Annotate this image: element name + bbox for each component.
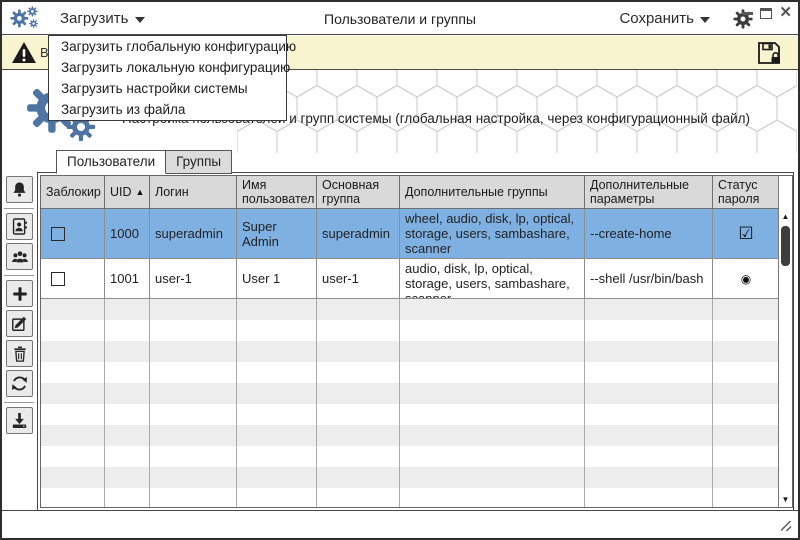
sort-ascending-icon: ▲: [135, 187, 145, 197]
empty-table-row: [41, 446, 780, 467]
column-header-password-status[interactable]: Статус пароля: [713, 176, 780, 209]
toolbar-separator: [4, 402, 34, 403]
empty-table-row: [41, 467, 780, 488]
extra-params-cell: --shell /usr/bin/bash: [585, 259, 713, 298]
groups-button[interactable]: [6, 243, 33, 270]
name-cell: Super Admin: [237, 209, 317, 258]
menu-item-load-global-config[interactable]: Загрузить глобальную конфигурацию: [49, 36, 296, 57]
menu-bar: Загрузить Пользователи и группы Сохранит…: [2, 2, 798, 35]
empty-table-row: [41, 341, 780, 362]
uid-cell: 1001: [105, 259, 150, 298]
save-menu-label: Сохранить: [619, 10, 694, 27]
extra-params-cell: --create-home: [585, 209, 713, 258]
window-controls: ✕: [742, 5, 792, 20]
table-row[interactable]: 1001 user-1 User 1 user-1 audio, disk, l…: [41, 259, 780, 299]
empty-table-row: [41, 362, 780, 383]
status-bar: [2, 510, 798, 538]
load-menu-button[interactable]: Загрузить: [60, 2, 145, 35]
empty-table-row: [41, 425, 780, 446]
app-window: Настройка пользователей и групп системы …: [0, 0, 800, 540]
scrollbar-thumb[interactable]: [781, 226, 790, 266]
load-menu-label: Загрузить: [60, 10, 129, 27]
blocked-checkbox[interactable]: [51, 271, 65, 286]
chevron-down-icon: [134, 16, 145, 23]
empty-table-row: [41, 299, 780, 320]
scroll-up-icon[interactable]: ▲: [779, 209, 792, 224]
column-header-name[interactable]: Имя пользовател: [237, 176, 317, 209]
column-header-extra-groups[interactable]: Дополнительные группы: [400, 176, 585, 209]
vertical-scrollbar[interactable]: ▲ ▼: [778, 176, 792, 507]
column-header-primary-group[interactable]: Основная группа: [317, 176, 400, 209]
close-button[interactable]: ✕: [779, 5, 792, 20]
scroll-down-icon[interactable]: ▼: [779, 492, 792, 507]
refresh-button[interactable]: [6, 370, 33, 397]
users-table: Заблокир UID ▲ Логин Имя пользовател Осно…: [40, 175, 793, 508]
extra-groups-cell: audio, disk, lp, optical, storage, users…: [400, 259, 585, 298]
empty-table-row: [41, 320, 780, 341]
login-cell: superadmin: [150, 209, 237, 258]
maximize-button[interactable]: [760, 8, 773, 19]
name-cell: User 1: [237, 259, 317, 298]
save-to-disk-button[interactable]: [6, 407, 33, 434]
blocked-checkbox[interactable]: [51, 226, 65, 241]
password-status-checked-icon[interactable]: ☑: [738, 224, 753, 244]
trash-icon: [13, 346, 26, 362]
address-book-icon: [12, 218, 28, 235]
column-header-extra-params[interactable]: Дополнительные параметры: [585, 176, 713, 209]
column-header-uid[interactable]: UID ▲: [105, 176, 150, 209]
plus-icon: [12, 286, 27, 301]
delete-user-button[interactable]: [6, 340, 33, 367]
tab-bar: Пользователи Группы: [56, 150, 233, 174]
password-status-radio-icon[interactable]: ◉: [741, 272, 751, 286]
primary-group-cell: superadmin: [317, 209, 400, 258]
notifications-button[interactable]: [6, 176, 33, 203]
column-header-login[interactable]: Логин: [150, 176, 237, 209]
column-header-blocked[interactable]: Заблокир: [41, 176, 105, 209]
empty-table-row: [41, 383, 780, 404]
empty-rows-area: [41, 299, 792, 507]
table-row-selected[interactable]: 1000 superadmin Super Admin superadmin w…: [41, 209, 780, 259]
user-group-icon: [11, 250, 28, 262]
menu-item-load-from-file[interactable]: Загрузить из файла: [49, 99, 286, 120]
toolbar-separator: [4, 208, 34, 209]
bell-icon: [13, 182, 26, 197]
app-gears-icon: [10, 6, 38, 28]
toolbar-separator: [4, 275, 34, 276]
menu-item-load-local-config[interactable]: Загрузить локальную конфигурацию: [49, 57, 290, 78]
tab-users[interactable]: Пользователи: [56, 150, 167, 174]
table-header-row: Заблокир UID ▲ Логин Имя пользовател Осно…: [41, 176, 780, 209]
empty-table-row: [41, 488, 780, 507]
extra-groups-cell: wheel, audio, disk, lp, optical, storage…: [400, 209, 585, 258]
edit-user-button[interactable]: [6, 310, 33, 337]
add-user-button[interactable]: [6, 280, 33, 307]
tab-groups[interactable]: Группы: [166, 150, 233, 174]
scrollbar-spacer: [779, 176, 792, 209]
minimize-button[interactable]: [742, 6, 754, 20]
save-menu-button[interactable]: Сохранить: [619, 2, 710, 35]
users-list-button[interactable]: [6, 213, 33, 240]
edit-pencil-icon: [12, 316, 27, 331]
refresh-icon: [11, 376, 28, 391]
download-icon: [12, 412, 27, 429]
resize-grip-icon[interactable]: [778, 518, 793, 533]
save-locked-icon[interactable]: [756, 40, 782, 66]
primary-group-cell: user-1: [317, 259, 400, 298]
menu-item-load-system-settings[interactable]: Загрузить настройки системы: [49, 78, 286, 99]
load-dropdown-menu: Загрузить глобальную конфигурацию Загруз…: [48, 35, 296, 121]
empty-table-row: [41, 404, 780, 425]
login-cell: user-1: [150, 259, 237, 298]
warning-triangle-icon: [12, 42, 36, 63]
uid-cell: 1000: [105, 209, 150, 258]
window-title: Пользователи и группы: [324, 10, 476, 27]
users-table-panel: Заблокир UID ▲ Логин Имя пользовател Осно…: [37, 172, 794, 511]
chevron-down-icon: [700, 16, 710, 23]
